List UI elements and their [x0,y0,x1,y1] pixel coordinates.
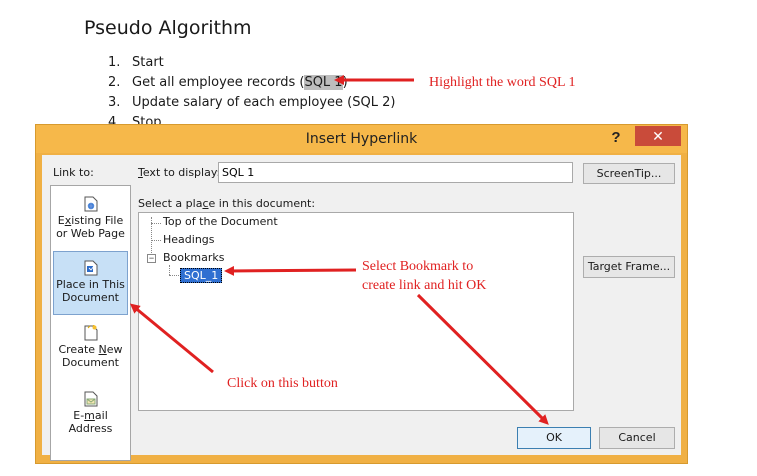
annotation-arrows [129,75,549,425]
arrow-to-ok-button [416,293,549,425]
arrow-to-place-button [129,303,214,374]
arrow-to-bookmark [224,265,357,276]
